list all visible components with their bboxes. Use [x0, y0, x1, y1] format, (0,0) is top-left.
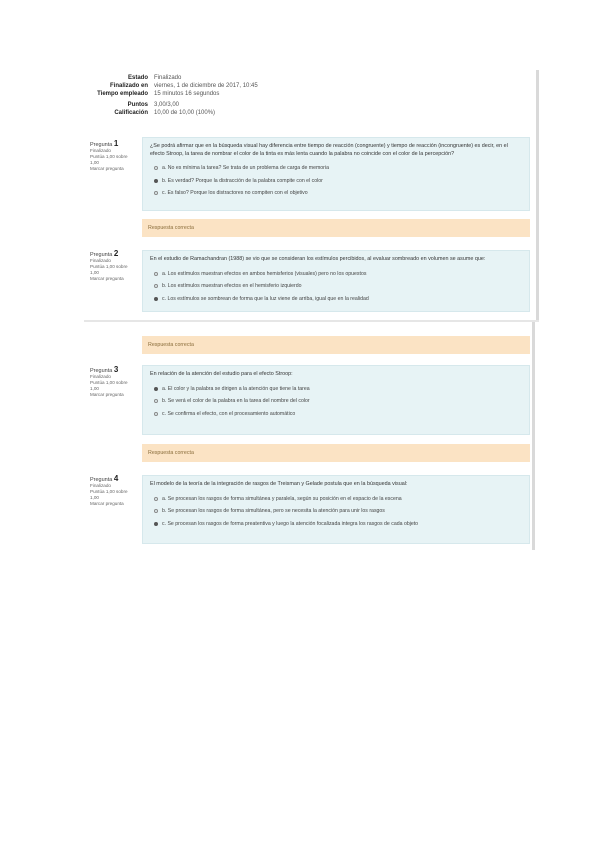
summary-value: 3,00/3,00 — [154, 102, 180, 108]
page-divider — [84, 320, 539, 322]
question-box: En relación de la atención del estudio p… — [142, 365, 530, 435]
summary-label: Finalizado en — [109, 83, 148, 89]
flag-question-link[interactable]: Marcar pregunta — [90, 276, 134, 282]
radio-icon[interactable] — [154, 411, 158, 416]
radio-icon[interactable] — [154, 191, 158, 195]
summary-label: Puntos — [127, 102, 148, 108]
question-info: Pregunta 1 Finalizado Puntúa 1,00 sobre … — [90, 139, 134, 172]
question-score: Puntúa 1,00 sobre 1,00 — [90, 380, 128, 391]
question-info: Pregunta 4 Finalizado Puntúa 1,00 sobre … — [90, 474, 134, 507]
radio-selected-icon[interactable] — [154, 178, 158, 183]
summary-label: Calificación — [114, 110, 148, 116]
flag-question-link[interactable]: Marcar pregunta — [90, 166, 134, 172]
feedback-box: Respuesta correcta — [142, 444, 530, 462]
feedback-box: Respuesta correcta — [142, 336, 530, 354]
answer-option[interactable]: c. Se procesan los rasgos de forma preat… — [154, 520, 522, 528]
radio-icon[interactable] — [154, 399, 158, 403]
answer-option[interactable]: c. Los estímulos se sombrean de forma qu… — [154, 295, 522, 303]
question-score: Puntúa 1,00 sobre 1,00 — [90, 154, 128, 165]
feedback-box: Respuesta correcta — [142, 219, 530, 237]
question-info: Pregunta 3 Finalizado Puntúa 1,00 sobre … — [90, 365, 134, 398]
answer-option[interactable]: a. Los estímulos muestran efectos en amb… — [154, 270, 522, 278]
summary-value: viernes, 1 de diciembre de 2017, 10:45 — [154, 83, 258, 89]
answer-option[interactable]: b. Es verdad? Porque la distracción de l… — [154, 177, 522, 185]
summary-value: Finalizado — [154, 75, 182, 81]
question-info: Pregunta 2 Finalizado Puntúa 1,00 sobre … — [90, 249, 134, 282]
question-text: En el estudio de Ramachandran (1988) se … — [150, 256, 486, 262]
answer-option[interactable]: c. Se confirma el efecto, con el procesa… — [154, 410, 522, 418]
summary-label: Estado — [127, 75, 148, 81]
summary-row: Puntos 3,00/3,00 — [80, 101, 540, 109]
answer-option[interactable]: c. Es falso? Porque los distractores no … — [154, 189, 522, 197]
summary-row: Tiempo empleado 15 minutos 16 segundos — [80, 90, 540, 98]
summary-row: Finalizado en viernes, 1 de diciembre de … — [80, 82, 540, 90]
radio-selected-icon[interactable] — [154, 521, 158, 526]
question-number: Pregunta 4 — [90, 474, 119, 484]
question-box: En el estudio de Ramachandran (1988) se … — [142, 250, 530, 312]
flag-question-link[interactable]: Marcar pregunta — [90, 501, 134, 507]
answer-option[interactable]: b. Los estímulos muestran efectos en el … — [154, 282, 522, 290]
summary-value: 15 minutos 16 segundos — [154, 91, 220, 97]
question-number: Pregunta 2 — [90, 249, 119, 259]
summary-value: 10,00 de 10,00 (100%) — [154, 110, 216, 116]
answer-option[interactable]: b. Se verá el color de la palabra en la … — [154, 397, 522, 405]
summary-row: Calificación 10,00 de 10,00 (100%) — [80, 109, 540, 117]
question-box: El modelo de la teoría de la integración… — [142, 475, 530, 544]
radio-selected-icon[interactable] — [154, 386, 158, 391]
page-shadow-2 — [532, 322, 535, 550]
question-score: Puntúa 1,00 sobre 1,00 — [90, 489, 128, 500]
answer-option[interactable]: a. No es mínima la tarea? Se trata de un… — [154, 164, 522, 172]
summary-label: Tiempo empleado — [97, 91, 148, 97]
attempt-summary: Estado Finalizado Finalizado en viernes, 1… — [80, 74, 540, 117]
question-text: ¿Se podrá afirmar que en la búsqueda vis… — [150, 143, 508, 157]
question-text: En relación de la atención del estudio p… — [150, 371, 293, 377]
question-score: Puntúa 1,00 sobre 1,00 — [90, 264, 128, 275]
flag-question-link[interactable]: Marcar pregunta — [90, 392, 134, 398]
answer-option[interactable]: a. El color y la palabra se dirigen a la… — [154, 385, 522, 393]
radio-icon[interactable] — [154, 284, 158, 288]
radio-icon[interactable] — [154, 496, 158, 501]
radio-icon[interactable] — [154, 271, 158, 276]
question-number: Pregunta 1 — [90, 139, 119, 149]
radio-icon[interactable] — [154, 509, 158, 513]
summary-row: Estado Finalizado — [80, 74, 540, 82]
answer-option[interactable]: b. Se procesan los rasgos de forma simul… — [154, 507, 522, 515]
radio-selected-icon[interactable] — [154, 296, 158, 301]
radio-icon[interactable] — [154, 166, 158, 170]
question-text: El modelo de la teoría de la integración… — [150, 481, 408, 487]
question-box: ¿Se podrá afirmar que en la búsqueda vis… — [142, 137, 530, 211]
question-number: Pregunta 3 — [90, 365, 119, 375]
answer-option[interactable]: a. Se procesan los rasgos de forma simul… — [154, 495, 522, 503]
